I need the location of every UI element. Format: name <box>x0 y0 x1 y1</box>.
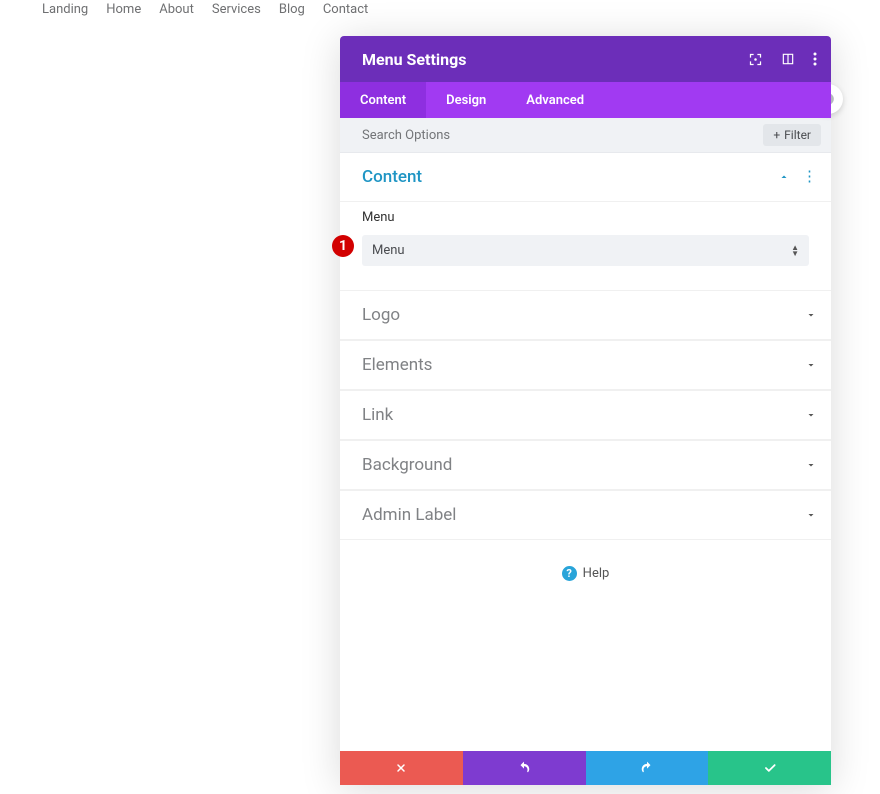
check-icon <box>763 761 777 775</box>
step-badge-1: 1 <box>332 235 354 257</box>
panel-footer <box>340 751 831 785</box>
section-link-title: Link <box>362 405 393 425</box>
chevron-down-icon <box>805 359 817 371</box>
nav-item-blog[interactable]: Blog <box>279 2 305 17</box>
menu-field-label: Menu <box>362 210 809 225</box>
confirm-button[interactable] <box>708 751 831 785</box>
help-icon: ? <box>562 566 577 581</box>
columns-icon[interactable] <box>781 52 795 66</box>
menu-select-value: Menu <box>372 243 405 258</box>
tab-design[interactable]: Design <box>426 82 506 118</box>
section-logo-title: Logo <box>362 305 400 325</box>
search-row: Search Options + Filter <box>340 118 831 153</box>
section-link[interactable]: Link <box>340 390 831 440</box>
section-content-header[interactable]: Content ⋮ <box>340 153 831 202</box>
section-elements-title: Elements <box>362 355 432 375</box>
kebab-icon[interactable] <box>813 52 817 66</box>
nav-item-services[interactable]: Services <box>212 2 261 17</box>
plus-icon: + <box>773 128 780 142</box>
help-button[interactable]: ? Help <box>340 540 831 751</box>
menu-settings-panel: Menu Settings Content Design Advanced Se… <box>340 36 831 785</box>
section-admin-label[interactable]: Admin Label <box>340 490 831 540</box>
menu-select-row: 1 Menu ▲▼ <box>362 235 809 266</box>
section-admin-label-title: Admin Label <box>362 505 456 525</box>
filter-button[interactable]: + Filter <box>763 124 821 146</box>
nav-item-home[interactable]: Home <box>106 2 141 17</box>
page-nav: Landing Home About Services Blog Contact <box>0 0 880 17</box>
nav-item-landing[interactable]: Landing <box>42 2 88 17</box>
tab-content[interactable]: Content <box>340 82 426 118</box>
section-background[interactable]: Background <box>340 440 831 490</box>
section-background-title: Background <box>362 455 452 475</box>
focus-icon[interactable] <box>748 52 763 67</box>
panel-tabs: Content Design Advanced <box>340 82 831 118</box>
help-label: Help <box>583 566 610 581</box>
x-icon <box>395 762 407 774</box>
search-input[interactable]: Search Options <box>362 128 450 143</box>
undo-icon <box>517 761 531 775</box>
chevron-up-icon[interactable] <box>778 171 790 183</box>
chevron-down-icon <box>805 509 817 521</box>
section-content-title: Content <box>362 167 422 187</box>
undo-button[interactable] <box>463 751 586 785</box>
section-logo[interactable]: Logo <box>340 290 831 340</box>
select-stepper-icon: ▲▼ <box>791 245 799 256</box>
nav-item-about[interactable]: About <box>159 2 194 17</box>
panel-titlebar: Menu Settings <box>340 36 831 82</box>
chevron-down-icon <box>805 459 817 471</box>
panel-title: Menu Settings <box>362 50 466 69</box>
filter-label: Filter <box>784 128 811 142</box>
cancel-button[interactable] <box>340 751 463 785</box>
chevron-down-icon <box>805 409 817 421</box>
chevron-down-icon <box>805 309 817 321</box>
section-content-actions: ⋮ <box>778 171 817 183</box>
redo-button[interactable] <box>586 751 709 785</box>
menu-select[interactable]: Menu ▲▼ <box>362 235 809 266</box>
section-elements[interactable]: Elements <box>340 340 831 390</box>
nav-item-contact[interactable]: Contact <box>323 2 368 17</box>
panel-title-actions <box>748 52 817 67</box>
section-content-body: Menu 1 Menu ▲▼ <box>340 210 831 290</box>
tab-advanced[interactable]: Advanced <box>506 82 604 118</box>
section-kebab-icon[interactable]: ⋮ <box>802 173 817 181</box>
redo-icon <box>640 761 654 775</box>
